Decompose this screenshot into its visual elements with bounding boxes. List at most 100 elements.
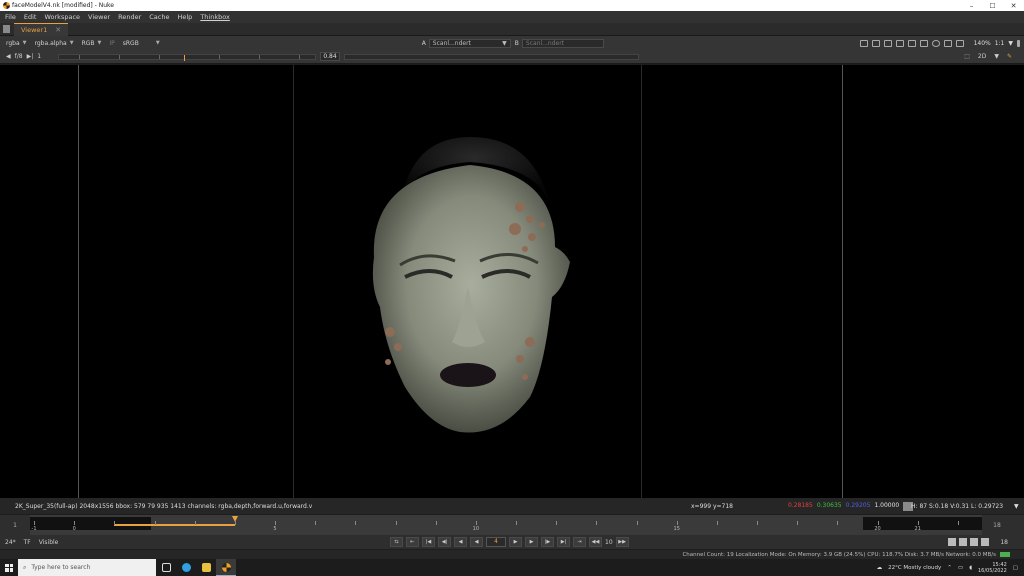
- menu-workspace[interactable]: Workspace: [40, 13, 84, 21]
- timeline-track[interactable]: -1 0 5 10 15 20 21: [30, 515, 982, 535]
- step-back-icon[interactable]: ◀|: [438, 537, 451, 547]
- menu-cache[interactable]: Cache: [145, 13, 173, 21]
- view-mode-dropdown[interactable]: 2D: [978, 53, 986, 60]
- loop-icon[interactable]: ⇆: [390, 537, 403, 547]
- pixel-values: 0.28185 0.30635 0.29205 1.00000: [788, 501, 914, 511]
- timeline-tick: [114, 521, 116, 525]
- clock[interactable]: 15:42 16/05/2022: [978, 562, 1007, 574]
- input-a-value: Scanl...ndert: [432, 39, 471, 47]
- start-button[interactable]: [0, 559, 18, 576]
- end-frame-value[interactable]: 18: [1000, 539, 1008, 546]
- tf-dropdown[interactable]: TF: [24, 539, 31, 546]
- visible-dropdown[interactable]: Visible: [39, 539, 59, 546]
- menu-thinkbox[interactable]: Thinkbox: [196, 13, 234, 21]
- menu-render[interactable]: Render: [114, 13, 145, 21]
- timeline-tick: [234, 521, 236, 525]
- close-button[interactable]: ✕: [1003, 2, 1024, 10]
- pause-icon[interactable]: [955, 39, 964, 47]
- in-point[interactable]: 1: [0, 515, 30, 535]
- menu-bar: File Edit Workspace Viewer Render Cache …: [0, 11, 1024, 23]
- out-point[interactable]: 18: [982, 515, 1012, 535]
- gain-handle[interactable]: [184, 54, 185, 61]
- input-b-dropdown[interactable]: Scanl...ndert: [521, 38, 604, 48]
- task-view-button[interactable]: [156, 559, 176, 576]
- prev-keyframe-icon[interactable]: |◀: [422, 537, 435, 547]
- decrement-step-icon[interactable]: ◀◀: [589, 537, 602, 547]
- edge-app[interactable]: [176, 559, 196, 576]
- colorspace-value: sRGB: [122, 39, 139, 47]
- tab-label: Viewer1: [21, 25, 48, 34]
- fstop-arrow-icon[interactable]: ◀: [6, 53, 11, 60]
- export-icon[interactable]: [981, 538, 990, 546]
- notifications-icon[interactable]: ▢: [1013, 565, 1018, 571]
- current-frame-field[interactable]: 4: [486, 537, 506, 547]
- tab-close-icon[interactable]: ✕: [55, 26, 61, 34]
- refresh-icon[interactable]: [931, 39, 940, 47]
- colorspace-dropdown[interactable]: sRGB ▼: [119, 40, 164, 47]
- skip-end-icon[interactable]: ⇥: [573, 537, 586, 547]
- skip-start-icon[interactable]: ⇤: [406, 537, 419, 547]
- viewer-canvas[interactable]: [0, 65, 1024, 498]
- menu-help[interactable]: Help: [173, 13, 196, 21]
- tab-viewer1[interactable]: Viewer1 ✕: [14, 22, 69, 36]
- step-forward-icon[interactable]: |▶: [541, 537, 554, 547]
- windows-taskbar: ⌕ Type here to search ☁ 22°C Mostly clou…: [0, 559, 1024, 576]
- input-a-dropdown[interactable]: Scanl...ndert ▼: [428, 38, 511, 48]
- window-title: faceModelV4.nk [modified] - Nuke: [12, 2, 114, 9]
- clipping-icon[interactable]: [907, 39, 916, 47]
- fstop-value[interactable]: f/8: [15, 53, 23, 60]
- lock-range-icon[interactable]: [970, 538, 979, 546]
- pixel-ratio[interactable]: 1:1: [995, 40, 1005, 47]
- gamma-slider[interactable]: [344, 53, 639, 60]
- overlay-icon[interactable]: [871, 39, 880, 47]
- timeline-tick: [516, 521, 518, 525]
- volume-icon[interactable]: ◖: [969, 565, 972, 571]
- lock-icon[interactable]: [943, 39, 952, 47]
- menu-viewer[interactable]: Viewer: [84, 13, 114, 21]
- crop-icon[interactable]: ⬚: [964, 53, 970, 60]
- play-reverse-icon[interactable]: ◀: [470, 537, 483, 547]
- minimize-button[interactable]: –: [961, 2, 982, 10]
- display-dropdown[interactable]: RGB ▼: [78, 40, 106, 47]
- fps-dropdown[interactable]: 24*: [5, 539, 16, 546]
- step-value[interactable]: 10: [605, 539, 613, 546]
- menu-file[interactable]: File: [0, 13, 20, 21]
- maximize-button[interactable]: ☐: [982, 2, 1003, 10]
- tray-chevron-icon[interactable]: ⌃: [947, 565, 952, 571]
- windows-logo-icon: [5, 563, 13, 572]
- layer-dropdown[interactable]: rgba ▼: [0, 40, 31, 47]
- flipbook-icon[interactable]: [948, 538, 957, 546]
- play-forward-icon[interactable]: ▶: [509, 537, 522, 547]
- prev-frame-icon[interactable]: ◀: [454, 537, 467, 547]
- menu-edit[interactable]: Edit: [20, 13, 41, 21]
- timeline-tick: [395, 521, 397, 525]
- next-keyframe-icon[interactable]: ▶|: [557, 537, 570, 547]
- gain-slider[interactable]: [58, 53, 316, 61]
- channel-dropdown[interactable]: rgba.alpha ▼: [31, 40, 78, 47]
- frame-step-value[interactable]: 1: [37, 53, 41, 60]
- frame-step-arrow-icon[interactable]: ▶|: [27, 53, 34, 60]
- zoom-level[interactable]: 140%: [974, 40, 991, 47]
- capture-icon[interactable]: [959, 538, 968, 546]
- explorer-app[interactable]: [196, 559, 216, 576]
- chevron-down-icon[interactable]: ▼: [994, 53, 999, 60]
- weather-icon[interactable]: ☁: [877, 565, 883, 571]
- proxy-icon[interactable]: [895, 39, 904, 47]
- taskbar-search[interactable]: ⌕ Type here to search: [18, 559, 156, 576]
- weather-text[interactable]: 22°C Mostly cloudy: [888, 565, 941, 571]
- next-frame-icon[interactable]: ▶: [525, 537, 538, 547]
- brush-icon[interactable]: ✎: [1007, 53, 1012, 60]
- lut-icon[interactable]: [919, 39, 928, 47]
- panel-menu-icon[interactable]: [3, 25, 10, 33]
- nuke-app[interactable]: [216, 559, 236, 576]
- info-collapse-icon[interactable]: ▼: [1014, 503, 1019, 510]
- ip-toggle[interactable]: IP: [105, 40, 118, 47]
- fullscreen-icon[interactable]: [1017, 39, 1020, 47]
- checker-icon[interactable]: [883, 39, 892, 47]
- gain-value[interactable]: 0.84: [320, 52, 340, 61]
- increment-step-icon[interactable]: ▶▶: [615, 537, 629, 547]
- transport-controls: ⇆ ⇤ |◀ ◀| ◀ ◀ 4 ▶ ▶ |▶ ▶| ⇥ ◀◀ 10 ▶▶: [390, 537, 629, 547]
- chevron-down-icon[interactable]: ▼: [1008, 40, 1013, 47]
- network-icon[interactable]: ▭: [958, 565, 963, 571]
- roi-icon[interactable]: [859, 39, 868, 47]
